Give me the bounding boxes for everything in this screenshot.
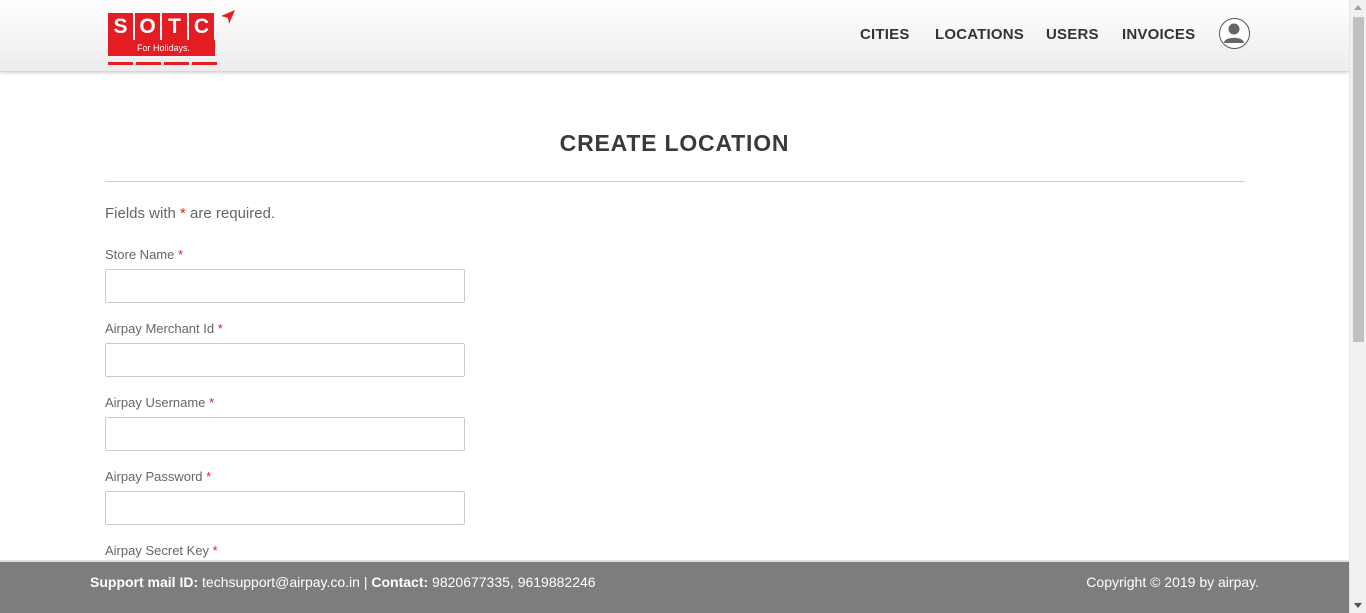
vertical-scrollbar[interactable] — [1349, 0, 1366, 613]
user-silhouette-icon — [1224, 23, 1244, 43]
logo-letters: S O T C — [108, 13, 214, 40]
user-avatar-icon[interactable] — [1219, 18, 1250, 49]
page-content: S O T C For Holidays. CITIES LOCATIONS U… — [0, 0, 1349, 613]
paper-plane-icon — [221, 10, 235, 24]
footer-separator: | — [363, 574, 368, 590]
support-email-link[interactable]: techsupport@airpay.co.in — [202, 574, 360, 590]
airpay-password-input[interactable] — [105, 491, 465, 525]
airpay-username-label: Airpay Username * — [105, 395, 215, 410]
logo-letter-c: C — [189, 13, 214, 40]
merchant-id-label: Airpay Merchant Id * — [105, 321, 223, 336]
airpay-username-input[interactable] — [105, 417, 465, 451]
browser-viewport: S O T C For Holidays. CITIES LOCATIONS U… — [0, 0, 1366, 613]
logo-letter-o: O — [135, 13, 160, 40]
logo-underline — [108, 62, 217, 65]
scroll-down-arrow-icon[interactable] — [1354, 603, 1362, 608]
required-fields-note: Fields with * are required. — [105, 205, 275, 222]
logo-letter-t: T — [162, 13, 187, 40]
title-divider — [105, 181, 1245, 182]
required-note-prefix: Fields with — [105, 205, 176, 222]
airpay-secret-key-label: Airpay Secret Key * — [105, 543, 218, 558]
merchant-id-input[interactable] — [105, 343, 465, 377]
page-footer: Support mail ID: techsupport@airpay.co.i… — [0, 560, 1349, 613]
nav-cities[interactable]: CITIES — [860, 26, 910, 43]
footer-contact-info: Support mail ID: techsupport@airpay.co.i… — [90, 574, 596, 590]
support-mail-label: Support mail ID: — [90, 574, 199, 590]
nav-users[interactable]: USERS — [1046, 26, 1099, 43]
sotc-logo[interactable]: S O T C For Holidays. — [108, 9, 238, 67]
airpay-password-label: Airpay Password * — [105, 469, 212, 484]
required-marker: * — [180, 205, 186, 222]
footer-copyright: Copyright © 2019 by airpay. — [1086, 574, 1259, 590]
required-note-suffix: are required. — [190, 205, 276, 222]
page-title: CREATE LOCATION — [559, 130, 790, 156]
top-header: S O T C For Holidays. CITIES LOCATIONS U… — [0, 0, 1349, 72]
logo-letter-s: S — [108, 13, 133, 40]
nav-locations[interactable]: LOCATIONS — [935, 26, 1024, 43]
store-name-label: Store Name * — [105, 247, 184, 262]
store-name-input[interactable] — [105, 269, 465, 303]
contact-numbers: 9820677335, 9619882246 — [432, 574, 596, 590]
scroll-up-arrow-icon[interactable] — [1354, 5, 1362, 10]
contact-label: Contact: — [371, 574, 429, 590]
logo-tagline: For Holidays. — [108, 40, 215, 56]
nav-invoices[interactable]: INVOICES — [1122, 26, 1195, 43]
scrollbar-thumb[interactable] — [1353, 17, 1364, 342]
